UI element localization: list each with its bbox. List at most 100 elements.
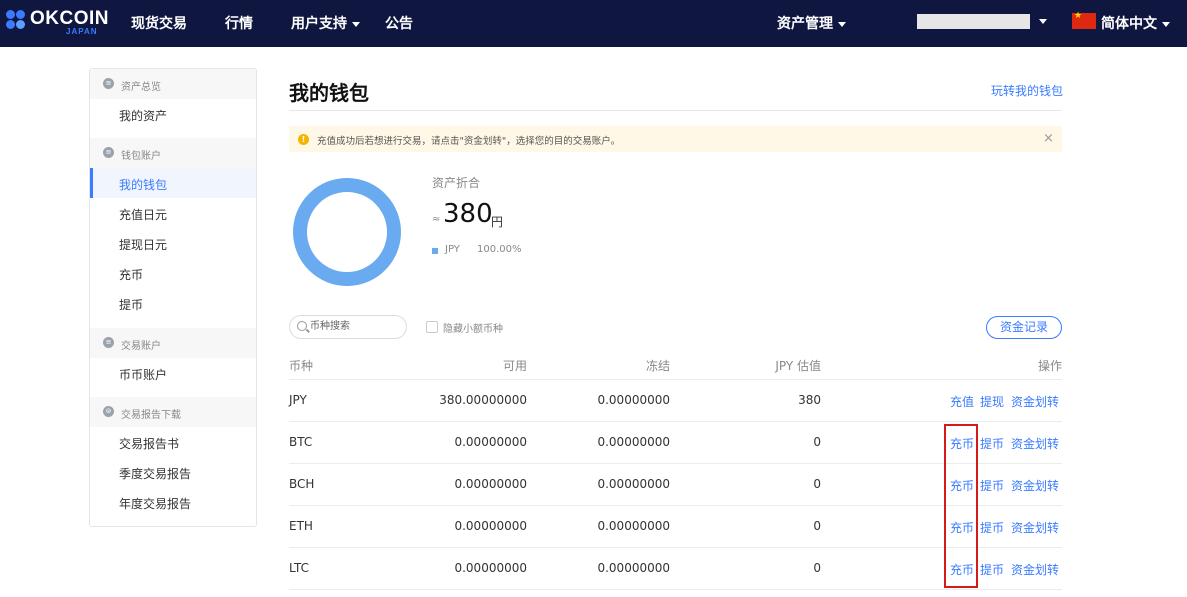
action-withdraw-link[interactable]: 提币 [980,519,1004,536]
sidebar-group-label: 交易报告下载 [121,410,181,421]
cell-currency: ETH [289,519,313,533]
cell-currency: BTC [289,435,313,449]
cell-jpy-value: 0 [813,477,821,491]
hide-small-label[interactable]: 隐藏小额币种 [443,320,503,335]
asset-donut-chart [293,178,401,286]
sidebar-item-deposit-jpy[interactable]: 充值日元 [90,198,256,228]
divider [289,589,1062,590]
approx-sign: ≈ [432,214,441,225]
warning-icon: ! [298,134,309,145]
action-withdraw-link[interactable]: 提币 [980,477,1004,494]
brand-subtitle: JAPAN [66,27,98,36]
sidebar-item-label: 币币账户 [119,368,168,382]
sidebar-item-withdraw-crypto[interactable]: 提币 [90,288,256,318]
sidebar-item-deposit-crypto[interactable]: 充币 [90,258,256,288]
action-deposit-link[interactable]: 充值 [950,393,974,410]
chevron-down-icon [1039,18,1047,24]
legend-pct-jpy: 100.00% [477,244,522,255]
table-header-currency: 币种 [289,359,314,373]
legend-swatch-jpy [432,248,438,254]
top-navbar: OKCOIN JAPAN 现货交易 行情 用户支持 公告 资产管理 ★ 简体中文 [0,0,1187,47]
action-transfer-link[interactable]: 资金划转 [1011,477,1059,494]
divider [289,110,1062,111]
language-label: 简体中文 [1101,16,1157,32]
sidebar-item-label: 提币 [119,298,144,312]
cell-available: 380.00000000 [439,393,527,407]
action-transfer-link[interactable]: 资金划转 [1011,561,1059,578]
cell-jpy-value: 380 [798,393,821,407]
table-header-available: 可用 [502,359,527,373]
list-icon: ≡ [103,147,114,158]
sidebar-item-label: 提现日元 [119,238,168,252]
currency-search-input[interactable] [310,318,398,335]
sidebar-item-label: 季度交易报告 [119,467,192,481]
cell-available: 0.00000000 [454,519,527,533]
notice-text: 充值成功后若想进行交易，请点击"资金划转"，选择您的目的交易账户。 [317,136,621,147]
action-withdraw-link[interactable]: 提币 [980,561,1004,578]
cell-jpy-value: 0 [813,519,821,533]
sidebar-item-label: 充币 [119,268,144,282]
chevron-down-icon [1162,21,1170,27]
asset-total-value: 380 [443,199,493,229]
nav-spot-trading[interactable]: 现货交易 [131,13,187,33]
action-transfer-link[interactable]: 资金划转 [1011,393,1059,410]
action-withdraw-link[interactable]: 提现 [980,393,1004,410]
close-icon[interactable]: × [1043,131,1054,146]
sidebar-item-label: 我的资产 [119,109,168,123]
cell-frozen: 0.00000000 [597,561,670,575]
cell-frozen: 0.00000000 [597,519,670,533]
legend-name-jpy: JPY [445,244,460,255]
sidebar-group-trading-account: ≡ 交易账户 [90,328,256,358]
sidebar-item-label: 充值日元 [119,208,168,222]
sidebar-item-quarterly-report[interactable]: 季度交易报告 [90,457,256,487]
cell-frozen: 0.00000000 [597,393,670,407]
highlight-box [944,424,978,588]
chevron-down-icon [838,21,846,27]
action-withdraw-link[interactable]: 提币 [980,435,1004,452]
action-transfer-link[interactable]: 资金划转 [1011,435,1059,452]
language-selector[interactable]: 简体中文 [1101,13,1170,33]
user-account-redacted[interactable] [917,14,1030,29]
page-title: 我的钱包 [289,81,369,105]
currency-search[interactable] [289,315,407,339]
cell-currency: LTC [289,561,310,575]
sidebar-item-spot-account[interactable]: 币币账户 [90,358,256,388]
nav-asset-management-label: 资产管理 [777,16,833,32]
fund-records-button[interactable]: 资金记录 [986,316,1062,339]
sidebar-group-wallet-account: ≡ 钱包账户 [90,138,256,168]
cell-frozen: 0.00000000 [597,477,670,491]
search-icon [297,321,307,331]
cell-currency: BCH [289,477,315,491]
cell-jpy-value: 0 [813,435,821,449]
hide-small-checkbox[interactable] [426,321,438,333]
cell-frozen: 0.00000000 [597,435,670,449]
cell-currency: JPY [289,393,307,407]
china-flag-icon: ★ [1072,11,1096,29]
list-icon: ≡ [103,78,114,89]
cell-available: 0.00000000 [454,561,527,575]
notice-banner: ! 充值成功后若想进行交易，请点击"资金划转"，选择您的目的交易账户。 × [289,126,1062,152]
sidebar-item-trade-report[interactable]: 交易报告书 [90,427,256,457]
sidebar-item-my-assets[interactable]: 我的资产 [90,99,256,129]
nav-announcements[interactable]: 公告 [385,13,413,33]
nav-user-support[interactable]: 用户支持 [291,13,360,33]
nav-markets[interactable]: 行情 [225,13,253,33]
divider [289,421,1062,422]
action-transfer-link[interactable]: 资金划转 [1011,519,1059,536]
sidebar-item-label: 交易报告书 [119,437,180,451]
user-menu-chevron[interactable] [1034,13,1047,29]
sidebar-item-annual-report[interactable]: 年度交易报告 [90,487,256,517]
table-header-frozen: 冻结 [645,359,670,373]
nav-asset-management[interactable]: 资产管理 [777,13,846,33]
wallet-guide-link[interactable]: 玩转我的钱包 [991,82,1063,99]
cell-jpy-value: 0 [813,561,821,575]
table-header-actions: 操作 [1037,359,1062,373]
sidebar-item-my-wallet[interactable]: 我的钱包 [90,168,256,198]
report-icon: ⊜ [103,406,114,417]
sidebar-group-label: 钱包账户 [121,151,161,162]
divider [289,379,1062,380]
asset-total-label: 资产折合 [432,176,481,190]
sidebar-item-label: 我的钱包 [119,178,168,192]
sidebar-item-withdraw-jpy[interactable]: 提现日元 [90,228,256,258]
nav-user-support-label: 用户支持 [291,16,347,32]
